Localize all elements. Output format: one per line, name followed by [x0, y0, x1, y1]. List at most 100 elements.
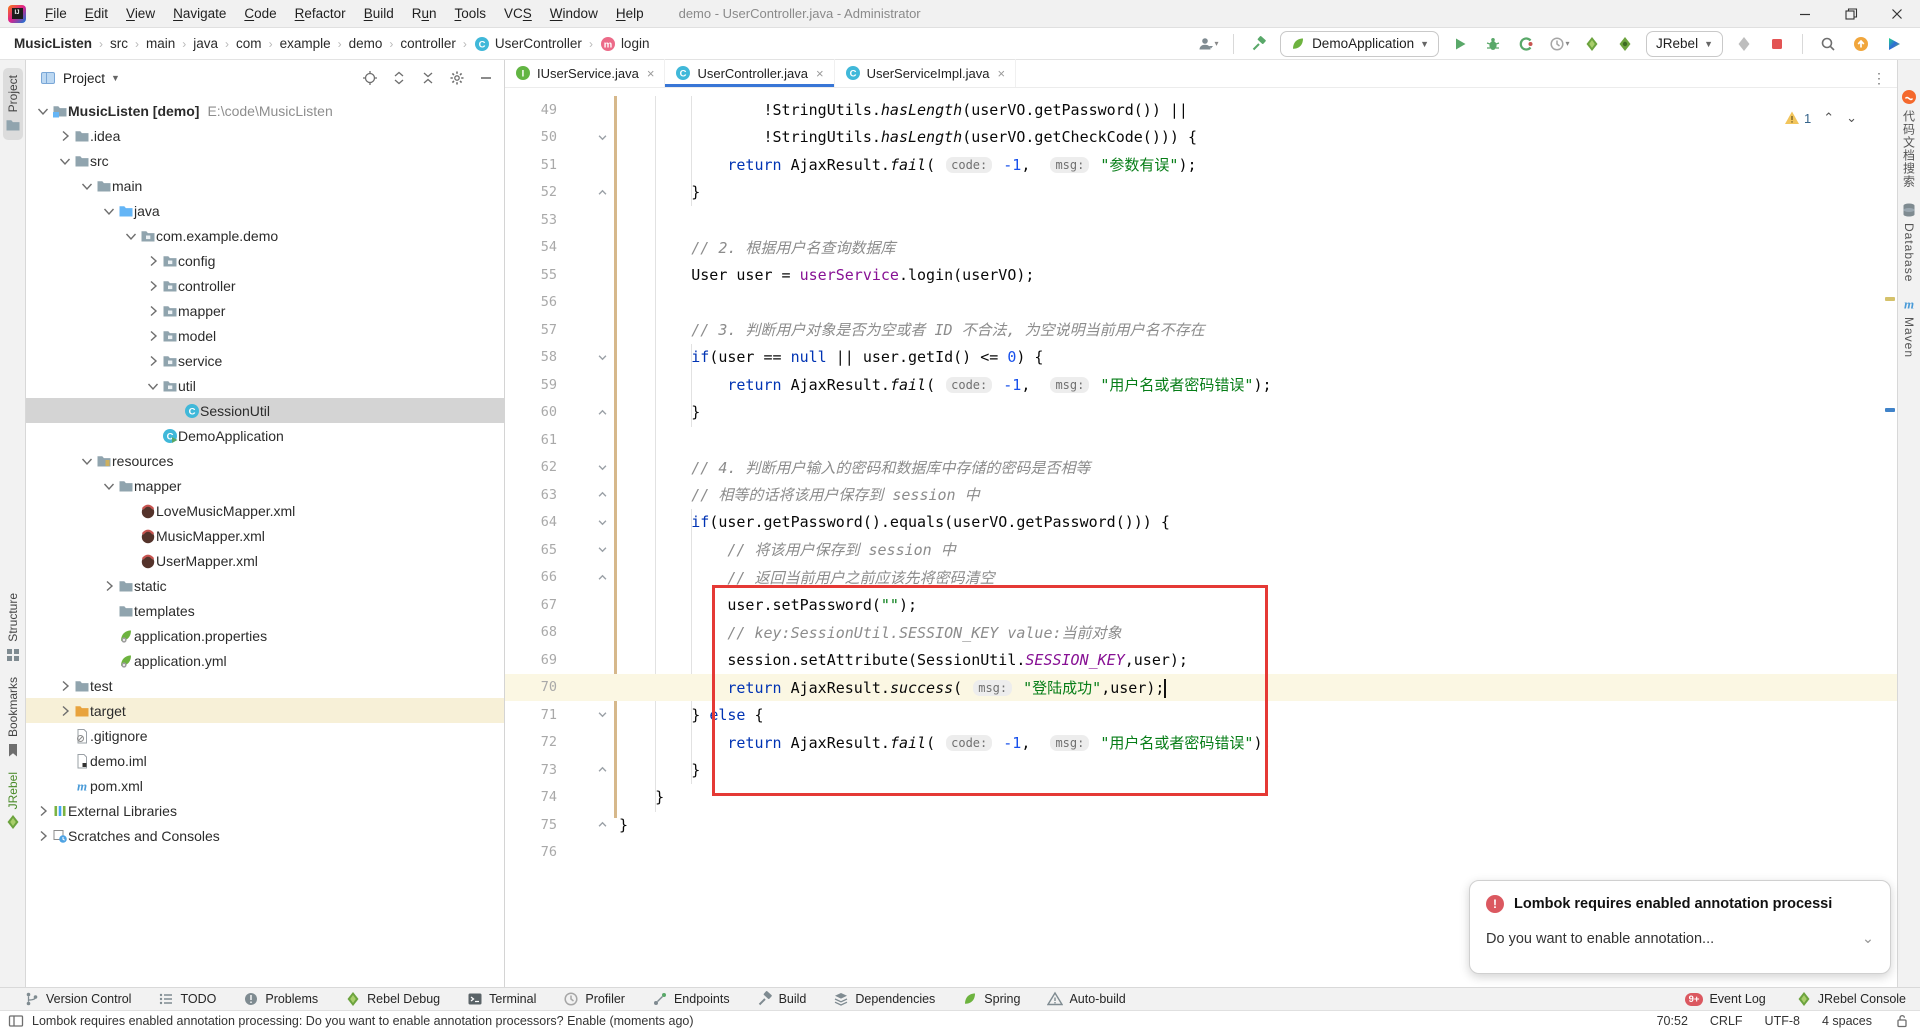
menu-help[interactable]: Help — [607, 0, 653, 27]
run-configuration-combo[interactable]: DemoApplication▼ — [1280, 31, 1439, 57]
tree-row-model[interactable]: model — [26, 323, 504, 348]
tree-row-.gitignore[interactable]: .gitignore — [26, 723, 504, 748]
tree-row-musiclisten-demo-[interactable]: MusicListen [demo]E:\code\MusicListen — [26, 98, 504, 123]
settings-icon[interactable] — [449, 70, 465, 86]
code-line-58[interactable]: 58 if(user == null || user.getId() <= 0)… — [505, 344, 1897, 372]
hide-icon[interactable] — [478, 70, 494, 86]
fold-marker-icon[interactable] — [557, 124, 619, 152]
tree-row-src[interactable]: src — [26, 148, 504, 173]
tree-row-service[interactable]: service — [26, 348, 504, 373]
code-line-61[interactable]: 61 — [505, 426, 1897, 454]
expand-all-icon[interactable] — [391, 70, 407, 86]
tree-row-musicmapper.xml[interactable]: MusicMapper.xml — [26, 523, 504, 548]
tree-chevron-icon[interactable] — [144, 377, 162, 395]
tool-window-toggle-icon[interactable] — [8, 1013, 24, 1029]
tree-row-java[interactable]: java — [26, 198, 504, 223]
tree-chevron-icon[interactable] — [56, 702, 74, 720]
line-number[interactable]: 56 — [505, 294, 557, 310]
line-number[interactable]: 75 — [505, 817, 557, 833]
line-number[interactable]: 70 — [505, 679, 557, 695]
tab-options-kebab-icon[interactable]: ⋮ — [1862, 70, 1897, 87]
code-line-63[interactable]: 63 // 相等的话将该用户保存到 session 中 — [505, 481, 1897, 509]
tree-row-main[interactable]: main — [26, 173, 504, 198]
code-line-75[interactable]: 75} — [505, 811, 1897, 839]
search-everywhere-button[interactable] — [1816, 32, 1840, 56]
breadcrumb-item-example[interactable]: example — [278, 36, 333, 51]
toolwindow-jrebel-console[interactable]: JRebel Console — [1796, 991, 1906, 1007]
line-number[interactable]: 71 — [505, 707, 557, 723]
tree-chevron-icon[interactable] — [78, 452, 96, 470]
jrebel-disabled-button[interactable] — [1732, 32, 1756, 56]
warning-indicator[interactable]: 1 — [1784, 110, 1811, 126]
tree-chevron-icon[interactable] — [144, 302, 162, 320]
tree-row-templates[interactable]: templates — [26, 598, 504, 623]
debug-button[interactable] — [1481, 32, 1505, 56]
code-line-54[interactable]: 54 // 2. 根据用户名查询数据库 — [505, 234, 1897, 262]
line-number[interactable]: 66 — [505, 569, 557, 585]
menu-refactor[interactable]: Refactor — [286, 0, 355, 27]
ide-gradient-icon[interactable] — [1882, 32, 1906, 56]
code-line-60[interactable]: 60 } — [505, 399, 1897, 427]
restore-button[interactable] — [1828, 0, 1874, 27]
code-line-76[interactable]: 76 — [505, 839, 1897, 867]
line-number[interactable]: 49 — [505, 102, 557, 118]
code-line-59[interactable]: 59 return AjaxResult.fail( code: -1, msg… — [505, 371, 1897, 399]
indent-style[interactable]: 4 spaces — [1822, 1014, 1872, 1028]
toolwindow-endpoints[interactable]: Endpoints — [652, 991, 730, 1007]
code-line-50[interactable]: 50 !StringUtils.hasLength(userVO.getChec… — [505, 124, 1897, 152]
tree-chevron-icon[interactable] — [34, 827, 52, 845]
toolwindow-dependencies[interactable]: Dependencies — [833, 991, 935, 1007]
menu-navigate[interactable]: Navigate — [164, 0, 235, 27]
tree-row-static[interactable]: static — [26, 573, 504, 598]
code-line-64[interactable]: 64 if(user.getPassword().equals(userVO.g… — [505, 509, 1897, 537]
code-line-56[interactable]: 56 — [505, 289, 1897, 317]
fold-marker-icon[interactable] — [557, 756, 619, 784]
fold-marker-icon[interactable] — [557, 811, 619, 839]
tree-row-.idea[interactable]: .idea — [26, 123, 504, 148]
update-button[interactable] — [1849, 32, 1873, 56]
menu-code[interactable]: Code — [235, 0, 285, 27]
fold-marker-icon[interactable] — [557, 179, 619, 207]
code-line-53[interactable]: 53 — [505, 206, 1897, 234]
toolwindow-terminal[interactable]: Terminal — [467, 991, 536, 1007]
tree-chevron-icon[interactable] — [100, 477, 118, 495]
tree-row-usermapper.xml[interactable]: UserMapper.xml — [26, 548, 504, 573]
tree-row-lovemusicmapper.xml[interactable]: LoveMusicMapper.xml — [26, 498, 504, 523]
jrebel-debug-button[interactable] — [1613, 32, 1637, 56]
toolwindow-version-control[interactable]: Version Control — [24, 991, 131, 1007]
tree-chevron-icon[interactable] — [78, 177, 96, 195]
line-number[interactable]: 54 — [505, 239, 557, 255]
stripe-button-database[interactable]: Database — [1899, 195, 1919, 289]
menu-file[interactable]: File — [36, 0, 76, 27]
stripe-button-maven[interactable]: mMaven — [1899, 289, 1919, 365]
breadcrumb-item-main[interactable]: main — [144, 36, 177, 51]
tree-chevron-icon[interactable] — [144, 277, 162, 295]
tree-chevron-icon[interactable] — [144, 327, 162, 345]
collapse-all-icon[interactable] — [420, 70, 436, 86]
line-number[interactable]: 61 — [505, 432, 557, 448]
jrebel-run-button[interactable] — [1580, 32, 1604, 56]
stripe-button-bookmarks[interactable]: Bookmarks — [3, 670, 23, 765]
unlock-icon[interactable] — [1894, 1013, 1910, 1029]
fold-marker-icon[interactable] — [557, 454, 619, 482]
tree-row-config[interactable]: config — [26, 248, 504, 273]
close-button[interactable] — [1874, 0, 1920, 27]
coverage-button[interactable] — [1514, 32, 1538, 56]
menu-build[interactable]: Build — [355, 0, 403, 27]
tree-chevron-icon[interactable] — [122, 227, 140, 245]
fold-marker-icon[interactable] — [557, 344, 619, 372]
line-separator[interactable]: CRLF — [1710, 1014, 1743, 1028]
stripe-info-mark[interactable] — [1885, 408, 1895, 412]
breadcrumb-item-src[interactable]: src — [108, 36, 130, 51]
expand-chevron-icon[interactable]: ⌄ — [1862, 931, 1874, 947]
tree-row-demoapplication[interactable]: CDemoApplication — [26, 423, 504, 448]
code-editor[interactable]: 49 !StringUtils.hasLength(userVO.getPass… — [505, 88, 1897, 987]
tree-row-mapper[interactable]: mapper — [26, 298, 504, 323]
line-number[interactable]: 64 — [505, 514, 557, 530]
tab-close-icon[interactable]: × — [997, 66, 1005, 81]
code-line-49[interactable]: 49 !StringUtils.hasLength(userVO.getPass… — [505, 96, 1897, 124]
line-number[interactable]: 62 — [505, 459, 557, 475]
menu-edit[interactable]: Edit — [76, 0, 117, 27]
breadcrumb-item-demo[interactable]: demo — [347, 36, 385, 51]
tab-close-icon[interactable]: × — [816, 66, 824, 81]
